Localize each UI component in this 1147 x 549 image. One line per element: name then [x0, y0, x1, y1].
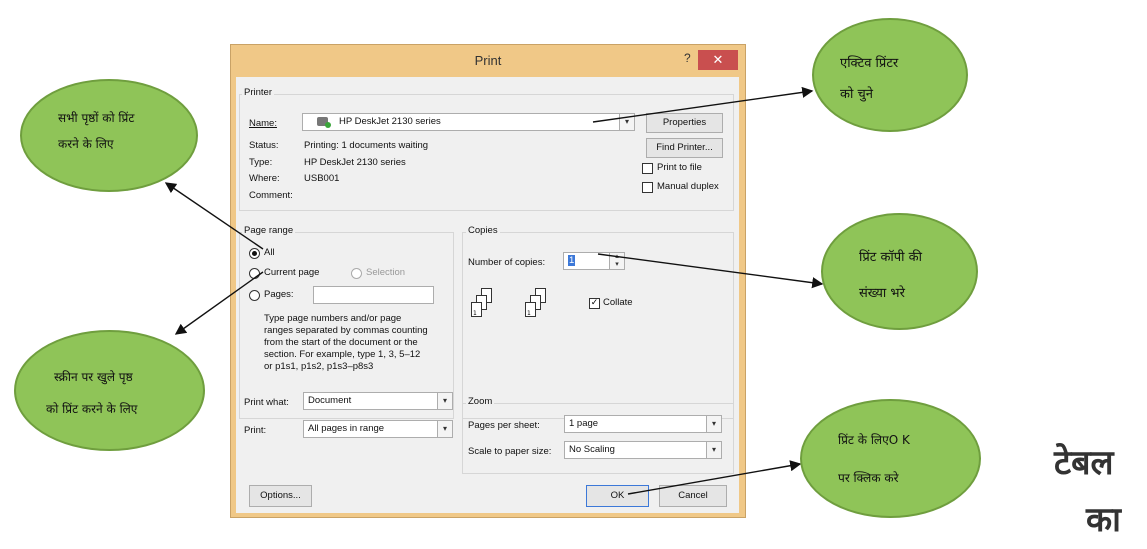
callout-current-page-line: को प्रिंट करने के लिए — [46, 402, 138, 416]
callout-ok-line: पर क्लिक करे — [838, 471, 899, 485]
arrow-all-pages — [164, 182, 264, 250]
callout-ok: प्रिंट के लिएO K पर क्लिक करे — [800, 399, 981, 518]
callout-current-page-line: स्क्रीन पर खुले पृष्ठ — [54, 370, 133, 384]
callout-copies-line: संख्या भरे — [859, 286, 905, 301]
callout-printer-line: को चुने — [840, 87, 873, 102]
arrow-current-page — [174, 271, 264, 335]
callout-all-pages: सभी पृष्ठों को प्रिंट करने के लिए — [20, 79, 198, 192]
callout-current-page: स्क्रीन पर खुले पृष्ठ को प्रिंट करने के … — [14, 330, 205, 451]
arrow-copies — [597, 253, 824, 289]
callout-ok-line: प्रिंट के लिएO K — [838, 433, 910, 447]
callout-all-pages-line: करने के लिए — [58, 137, 114, 151]
callout-printer: एक्टिव प्रिंटर को चुने — [812, 18, 968, 132]
side-text-line: टेबल — [1054, 443, 1114, 483]
arrow-ok — [627, 460, 802, 495]
callout-printer-line: एक्टिव प्रिंटर — [840, 56, 899, 71]
arrow-printer — [592, 86, 814, 123]
callout-copies-line: प्रिंट कॉपी की — [859, 250, 923, 265]
callout-copies: प्रिंट कॉपी की संख्या भरे — [821, 213, 978, 330]
side-text-line: का — [1086, 500, 1121, 540]
callout-all-pages-line: सभी पृष्ठों को प्रिंट — [58, 111, 135, 125]
